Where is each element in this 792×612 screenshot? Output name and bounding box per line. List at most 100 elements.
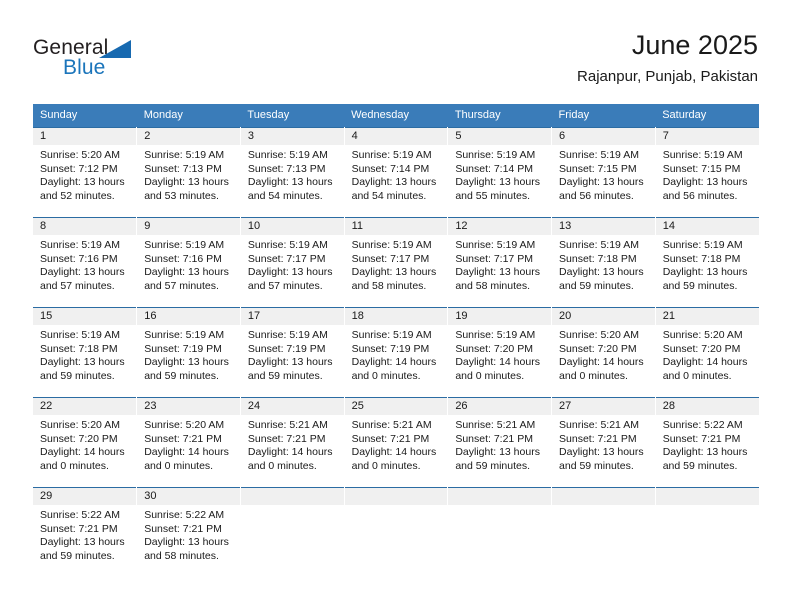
calendar-week-row: 22 Sunrise: 5:20 AM Sunset: 7:20 PM Dayl…	[33, 397, 759, 488]
day-cell[interactable]: 14 Sunrise: 5:19 AM Sunset: 7:18 PM Dayl…	[655, 217, 759, 308]
day-cell[interactable]: 6 Sunrise: 5:19 AM Sunset: 7:15 PM Dayli…	[551, 127, 656, 218]
day-cell-empty	[240, 487, 345, 577]
day-details: Sunrise: 5:19 AM Sunset: 7:19 PM Dayligh…	[137, 325, 240, 397]
day-cell[interactable]: 13 Sunrise: 5:19 AM Sunset: 7:18 PM Dayl…	[551, 217, 656, 308]
day-cell[interactable]: 30 Sunrise: 5:22 AM Sunset: 7:21 PM Dayl…	[136, 487, 241, 577]
sunrise-text: Sunrise: 5:19 AM	[40, 329, 120, 341]
day-details: Sunrise: 5:21 AM Sunset: 7:21 PM Dayligh…	[344, 415, 448, 487]
day-cell[interactable]: 2 Sunrise: 5:19 AM Sunset: 7:13 PM Dayli…	[136, 127, 241, 218]
daylight-text-line1: Daylight: 13 hours	[40, 266, 125, 279]
sunrise-text: Sunrise: 5:21 AM	[351, 419, 432, 431]
day-number: 30	[137, 488, 240, 505]
logo-text-blue: Blue	[63, 56, 106, 79]
day-cell[interactable]: 28 Sunrise: 5:22 AM Sunset: 7:21 PM Dayl…	[655, 397, 759, 488]
day-details: Sunrise: 5:19 AM Sunset: 7:17 PM Dayligh…	[448, 235, 552, 307]
day-cell[interactable]: 25 Sunrise: 5:21 AM Sunset: 7:21 PM Dayl…	[344, 397, 449, 488]
sunrise-text: Sunrise: 5:19 AM	[455, 329, 536, 341]
daylight-text-line1: Daylight: 14 hours	[351, 356, 437, 369]
calendar-page: General Blue June 2025 Rajanpur, Punjab,…	[0, 0, 792, 612]
day-details: Sunrise: 5:22 AM Sunset: 7:21 PM Dayligh…	[137, 505, 240, 577]
day-cell-empty	[344, 487, 449, 577]
sunrise-text: Sunrise: 5:19 AM	[144, 239, 225, 251]
sunset-text: Sunset: 7:21 PM	[662, 432, 741, 445]
day-cell[interactable]: 18 Sunrise: 5:19 AM Sunset: 7:19 PM Dayl…	[344, 307, 449, 398]
day-cell[interactable]: 11 Sunrise: 5:19 AM Sunset: 7:17 PM Dayl…	[344, 217, 449, 308]
day-number: 16	[137, 308, 240, 325]
day-details: Sunrise: 5:19 AM Sunset: 7:19 PM Dayligh…	[240, 325, 344, 397]
day-details: Sunrise: 5:20 AM Sunset: 7:21 PM Dayligh…	[137, 415, 240, 487]
sunrise-text: Sunrise: 5:19 AM	[247, 149, 328, 161]
day-details: Sunrise: 5:19 AM Sunset: 7:16 PM Dayligh…	[137, 235, 240, 307]
day-cell[interactable]: 4 Sunrise: 5:19 AM Sunset: 7:14 PM Dayli…	[344, 127, 449, 218]
empty-day-body	[552, 505, 655, 567]
day-number: 27	[552, 398, 655, 415]
day-number: 19	[448, 308, 552, 325]
sunrise-text: Sunrise: 5:19 AM	[455, 149, 536, 161]
day-details: Sunrise: 5:19 AM Sunset: 7:15 PM Dayligh…	[655, 145, 759, 217]
day-cell[interactable]: 22 Sunrise: 5:20 AM Sunset: 7:20 PM Dayl…	[33, 397, 138, 488]
day-cell[interactable]: 15 Sunrise: 5:19 AM Sunset: 7:18 PM Dayl…	[33, 307, 138, 398]
daylight-text-line2: and 57 minutes.	[40, 279, 115, 292]
day-number: 2	[137, 128, 240, 145]
daylight-text-line2: and 0 minutes.	[351, 369, 421, 382]
day-cell[interactable]: 5 Sunrise: 5:19 AM Sunset: 7:14 PM Dayli…	[447, 127, 553, 218]
day-cell[interactable]: 19 Sunrise: 5:19 AM Sunset: 7:20 PM Dayl…	[447, 307, 553, 398]
day-cell[interactable]: 17 Sunrise: 5:19 AM Sunset: 7:19 PM Dayl…	[240, 307, 345, 398]
day-cell[interactable]: 7 Sunrise: 5:19 AM Sunset: 7:15 PM Dayli…	[655, 127, 759, 218]
day-cell[interactable]: 1 Sunrise: 5:20 AM Sunset: 7:12 PM Dayli…	[33, 127, 138, 218]
empty-day-band	[655, 488, 759, 505]
day-cell[interactable]: 3 Sunrise: 5:19 AM Sunset: 7:13 PM Dayli…	[240, 127, 345, 218]
daylight-text-line1: Daylight: 14 hours	[455, 356, 540, 369]
day-cell[interactable]: 12 Sunrise: 5:19 AM Sunset: 7:17 PM Dayl…	[447, 217, 553, 308]
day-cell[interactable]: 29 Sunrise: 5:22 AM Sunset: 7:21 PM Dayl…	[33, 487, 138, 577]
day-number: 3	[240, 128, 344, 145]
day-details: Sunrise: 5:20 AM Sunset: 7:20 PM Dayligh…	[33, 415, 137, 487]
day-cell[interactable]: 8 Sunrise: 5:19 AM Sunset: 7:16 PM Dayli…	[33, 217, 138, 308]
day-number: 23	[137, 398, 240, 415]
day-cell[interactable]: 16 Sunrise: 5:19 AM Sunset: 7:19 PM Dayl…	[136, 307, 241, 398]
sunrise-text: Sunrise: 5:19 AM	[559, 149, 639, 161]
sunset-text: Sunset: 7:21 PM	[351, 432, 430, 445]
sunrise-text: Sunrise: 5:21 AM	[455, 419, 536, 431]
sunrise-text: Sunrise: 5:19 AM	[559, 239, 639, 251]
sunset-text: Sunset: 7:18 PM	[40, 342, 118, 355]
day-details: Sunrise: 5:19 AM Sunset: 7:20 PM Dayligh…	[448, 325, 552, 397]
empty-day-body	[655, 505, 759, 567]
sunrise-text: Sunrise: 5:19 AM	[455, 239, 536, 251]
day-number: 15	[33, 308, 137, 325]
weekday-header-wednesday: Wednesday	[344, 104, 448, 128]
daylight-text-line2: and 58 minutes.	[455, 279, 531, 292]
day-number: 12	[448, 218, 552, 235]
day-cell[interactable]: 20 Sunrise: 5:20 AM Sunset: 7:20 PM Dayl…	[551, 307, 656, 398]
day-details: Sunrise: 5:22 AM Sunset: 7:21 PM Dayligh…	[33, 505, 137, 577]
day-cell[interactable]: 10 Sunrise: 5:19 AM Sunset: 7:17 PM Dayl…	[240, 217, 345, 308]
sunset-text: Sunset: 7:17 PM	[351, 252, 430, 265]
sunrise-text: Sunrise: 5:20 AM	[144, 419, 225, 431]
day-cell[interactable]: 9 Sunrise: 5:19 AM Sunset: 7:16 PM Dayli…	[136, 217, 241, 308]
day-number: 26	[448, 398, 552, 415]
sunset-text: Sunset: 7:12 PM	[40, 162, 118, 175]
sunrise-text: Sunrise: 5:19 AM	[40, 239, 120, 251]
daylight-text-line1: Daylight: 14 hours	[40, 446, 125, 459]
day-cell[interactable]: 27 Sunrise: 5:21 AM Sunset: 7:21 PM Dayl…	[551, 397, 656, 488]
sunset-text: Sunset: 7:20 PM	[662, 342, 741, 355]
day-cell[interactable]: 26 Sunrise: 5:21 AM Sunset: 7:21 PM Dayl…	[447, 397, 553, 488]
daylight-text-line2: and 59 minutes.	[559, 279, 634, 292]
daylight-text-line2: and 54 minutes.	[351, 189, 427, 202]
daylight-text-line1: Daylight: 13 hours	[144, 356, 229, 369]
daylight-text-line2: and 0 minutes.	[351, 459, 421, 472]
daylight-text-line2: and 54 minutes.	[247, 189, 323, 202]
sunset-text: Sunset: 7:14 PM	[455, 162, 533, 175]
empty-day-body	[448, 505, 552, 567]
daylight-text-line1: Daylight: 13 hours	[144, 536, 229, 549]
day-details: Sunrise: 5:19 AM Sunset: 7:14 PM Dayligh…	[344, 145, 448, 217]
day-cell[interactable]: 21 Sunrise: 5:20 AM Sunset: 7:20 PM Dayl…	[655, 307, 759, 398]
day-number: 7	[655, 128, 759, 145]
sunset-text: Sunset: 7:21 PM	[455, 432, 533, 445]
daylight-text-line2: and 59 minutes.	[455, 459, 531, 472]
day-cell[interactable]: 23 Sunrise: 5:20 AM Sunset: 7:21 PM Dayl…	[136, 397, 241, 488]
day-cell[interactable]: 24 Sunrise: 5:21 AM Sunset: 7:21 PM Dayl…	[240, 397, 345, 488]
calendar-week-row: 8 Sunrise: 5:19 AM Sunset: 7:16 PM Dayli…	[33, 217, 759, 308]
daylight-text-line2: and 56 minutes.	[559, 189, 634, 202]
daylight-text-line1: Daylight: 13 hours	[247, 356, 333, 369]
